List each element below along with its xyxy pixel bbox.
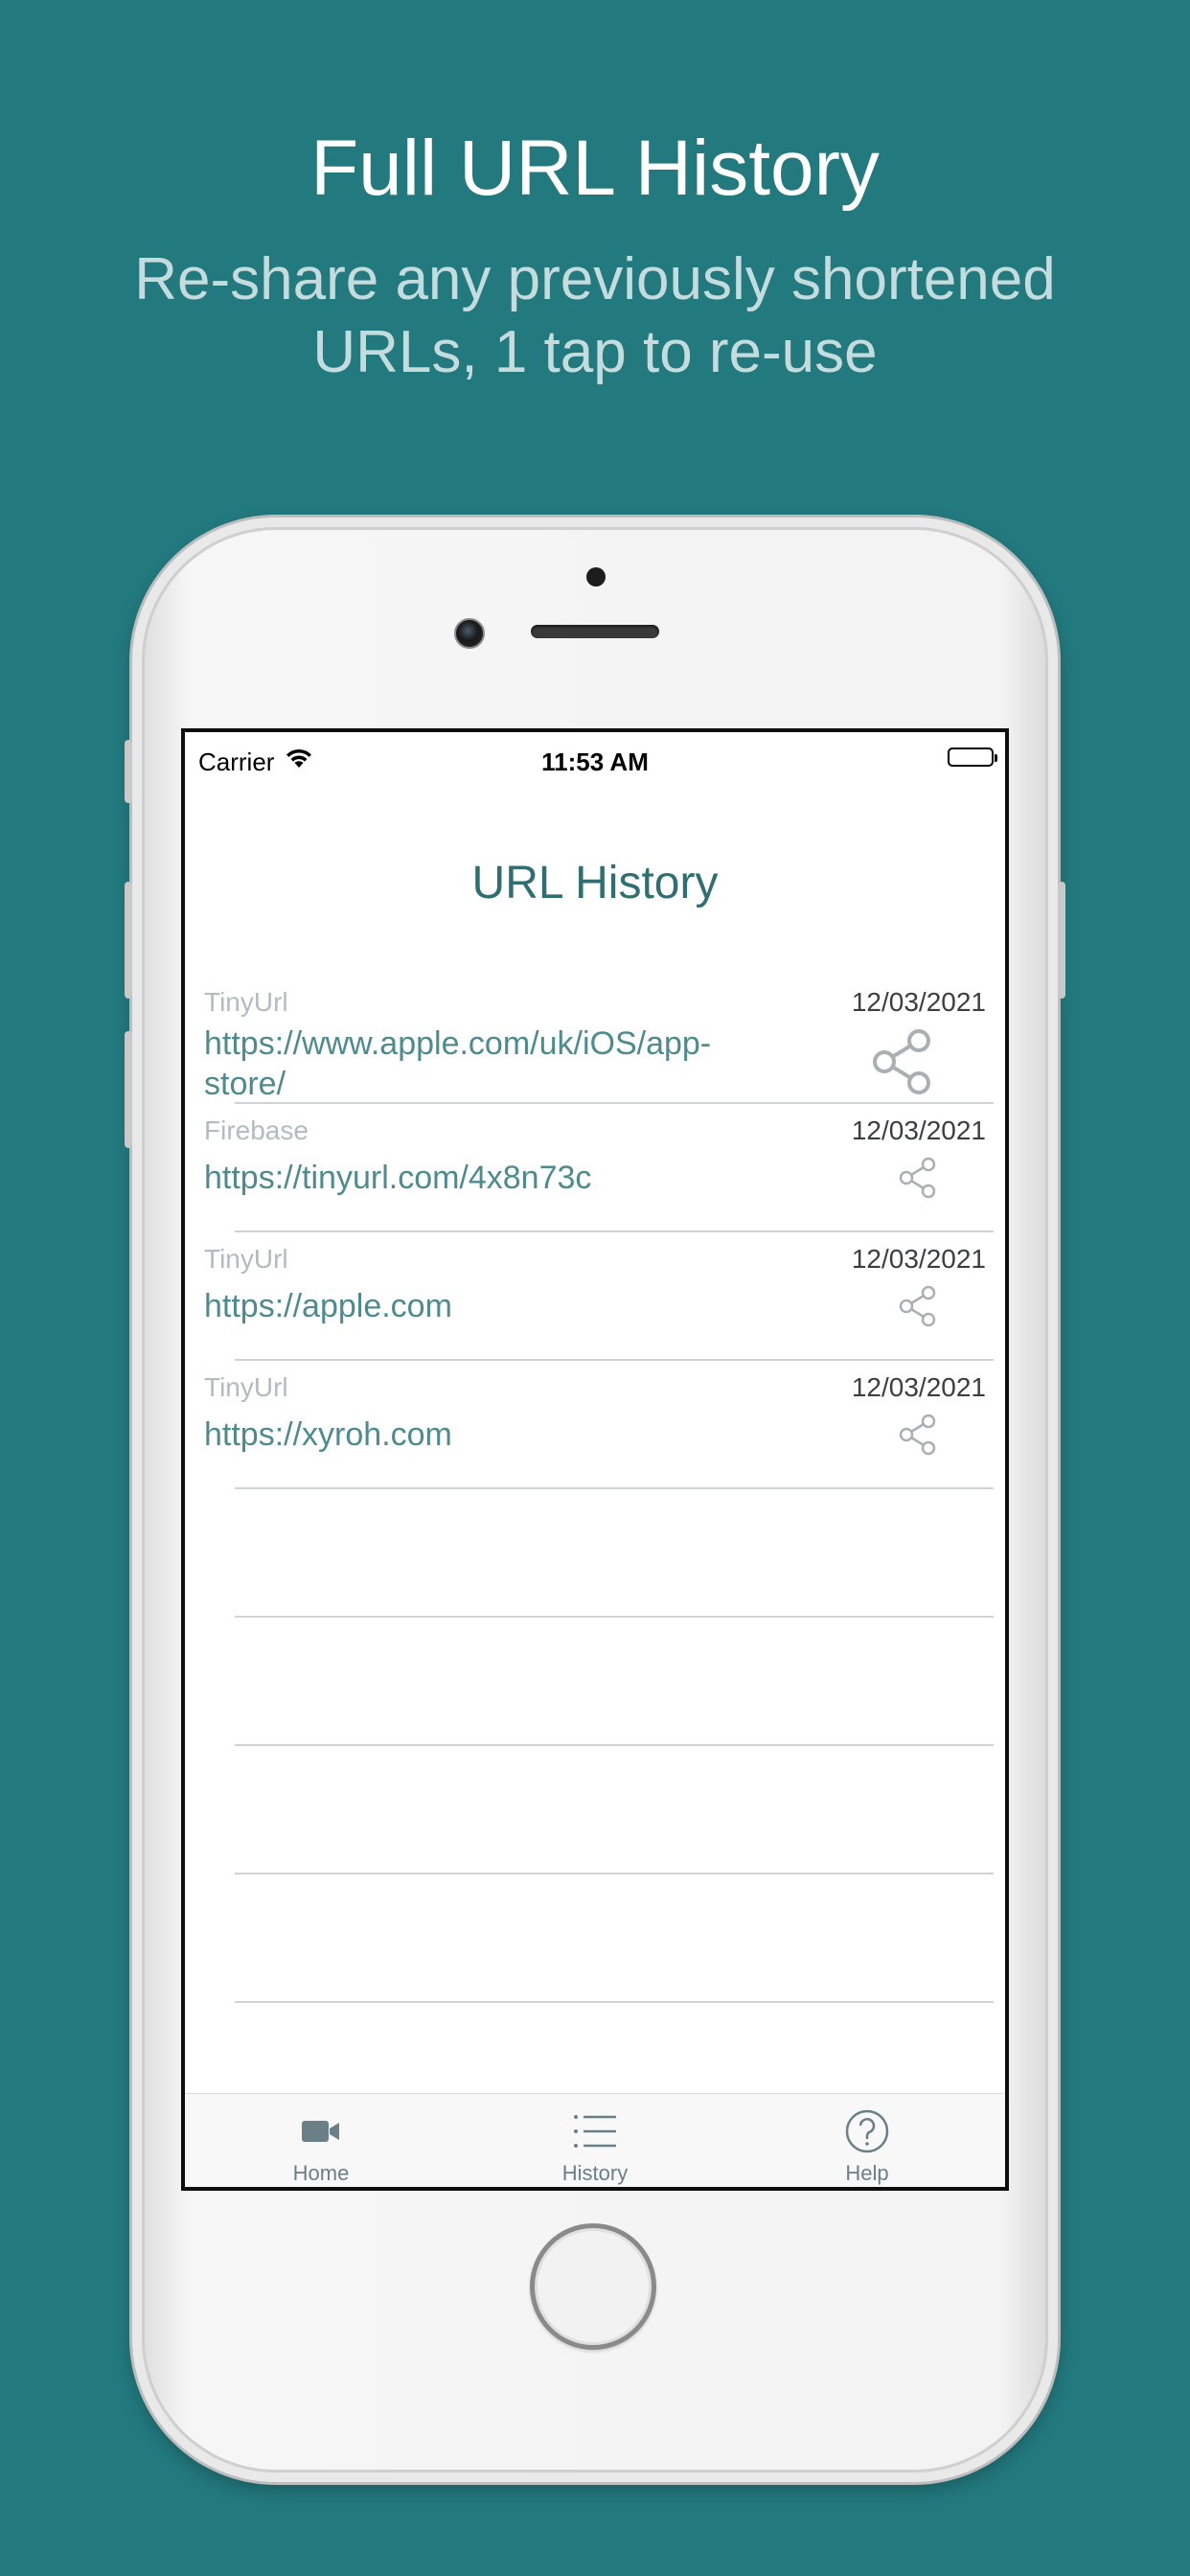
front-camera (454, 618, 485, 649)
service-label: TinyUrl (204, 1372, 288, 1402)
battery-icon (948, 748, 997, 767)
tab-help[interactable]: Help (781, 2107, 953, 2186)
home-button (530, 2223, 656, 2350)
tab-help-label: Help (845, 2161, 889, 2185)
row-separator (235, 2001, 994, 2003)
share-icon[interactable] (896, 1284, 940, 1333)
app-screen: Carrier 11:53 AM URL History TinyUrl 12/… (181, 728, 1009, 2191)
date-label: 12/03/2021 (851, 1372, 986, 1402)
url-link[interactable]: https://apple.com (204, 1286, 741, 1326)
tab-bar: Home History Help (185, 2093, 1005, 2187)
power-button (1058, 882, 1065, 999)
list-icon (509, 2107, 681, 2155)
tab-history[interactable]: History (509, 2107, 681, 2186)
service-label: TinyUrl (204, 987, 288, 1017)
row-separator (235, 1616, 994, 1618)
share-icon[interactable] (896, 1156, 940, 1205)
proximity-sensor (586, 567, 606, 586)
page-title: URL History (471, 858, 719, 908)
url-link[interactable]: https://www.apple.com/uk/iOS/app-store/ (204, 1024, 741, 1104)
row-separator (235, 1744, 994, 1746)
share-icon[interactable] (896, 1413, 940, 1461)
url-link[interactable]: https://tinyurl.com/4x8n73c (204, 1158, 741, 1198)
service-label: Firebase (204, 1116, 309, 1145)
history-row[interactable]: TinyUrl 12/03/2021 https://xyroh.com (185, 1359, 1005, 1487)
volume-up-button (125, 882, 132, 999)
date-label: 12/03/2021 (851, 987, 986, 1017)
history-row[interactable]: Firebase 12/03/2021 https://tinyurl.com/… (185, 1102, 1005, 1230)
date-label: 12/03/2021 (851, 1244, 986, 1274)
tab-history-label: History (561, 2161, 629, 2185)
status-bar: Carrier 11:53 AM (185, 732, 1005, 776)
headline: Full URL History (310, 125, 880, 212)
status-time: 11:53 AM (541, 748, 649, 776)
volume-down-button (125, 1031, 132, 1148)
date-label: 12/03/2021 (851, 1116, 986, 1145)
mute-switch (125, 740, 132, 803)
share-icon[interactable] (867, 1025, 940, 1103)
question-circle-icon (781, 2107, 953, 2155)
history-row[interactable]: TinyUrl 12/03/2021 https://www.apple.com… (185, 974, 1005, 1102)
service-label: TinyUrl (204, 1244, 288, 1274)
history-row[interactable]: TinyUrl 12/03/2021 https://apple.com (185, 1230, 1005, 1359)
subline: Re-share any previously shortened URLs, … (134, 246, 1056, 385)
row-separator (235, 1873, 994, 1874)
row-separator (235, 1487, 994, 1489)
tab-home-label: Home (292, 2161, 350, 2185)
url-link[interactable]: https://xyroh.com (204, 1414, 741, 1455)
video-camera-icon (235, 2107, 407, 2155)
tab-home[interactable]: Home (235, 2107, 407, 2186)
earpiece-speaker (531, 625, 659, 638)
